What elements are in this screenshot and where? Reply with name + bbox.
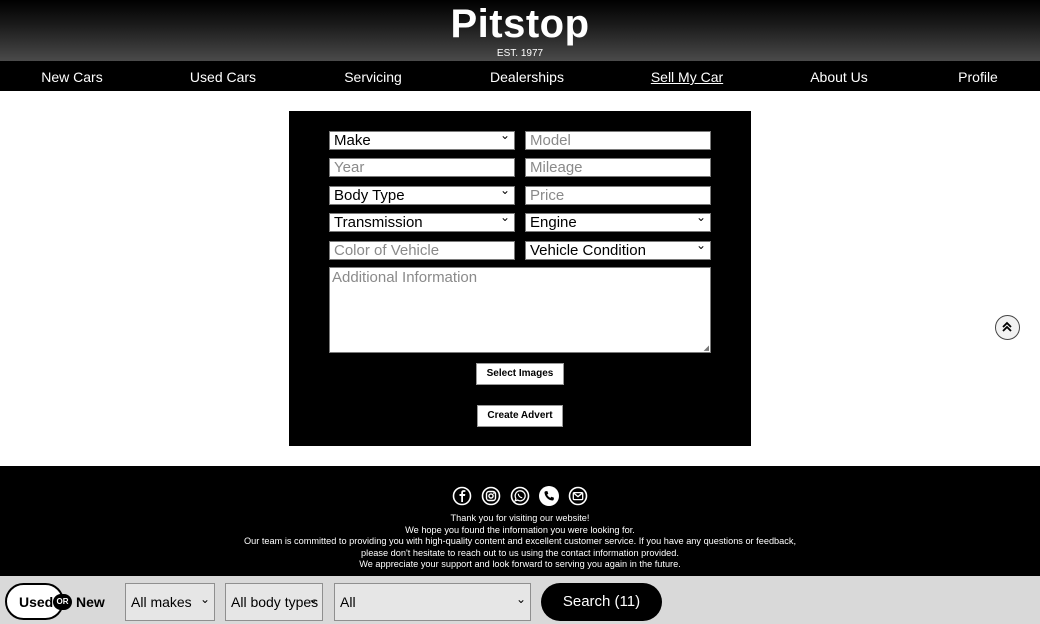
makes-select-value: All makes xyxy=(131,594,192,610)
site-logo[interactable]: Pitstop xyxy=(0,2,1040,47)
year-input[interactable]: Year xyxy=(329,158,515,177)
price-input[interactable]: Price xyxy=(525,186,711,205)
established-text: EST. 1977 xyxy=(496,48,544,59)
price-placeholder: Price xyxy=(530,187,565,204)
resize-handle-icon[interactable]: ◢ xyxy=(704,344,709,352)
toggle-used-label[interactable]: Used xyxy=(19,594,53,610)
select-images-button[interactable]: Select Images xyxy=(476,363,564,385)
make-select[interactable]: Make xyxy=(329,127,515,150)
transmission-select[interactable]: Transmission xyxy=(329,209,515,232)
mileage-input[interactable]: Mileage xyxy=(525,158,711,177)
additional-info-placeholder: Additional Information xyxy=(332,269,478,286)
scroll-to-top-button[interactable] xyxy=(995,315,1020,340)
color-placeholder: Color of Vehicle xyxy=(334,242,440,259)
footer-line: We appreciate your support and look forw… xyxy=(359,559,681,569)
facebook-icon[interactable] xyxy=(452,486,472,506)
whatsapp-icon[interactable] xyxy=(510,486,530,506)
condition-select[interactable]: Vehicle Condition xyxy=(525,237,711,260)
nav-servicing[interactable]: Servicing xyxy=(344,61,402,91)
body-type-select[interactable]: Body Type xyxy=(329,182,515,205)
body-types-select[interactable]: All body types xyxy=(225,581,323,621)
condition-value: Vehicle Condition xyxy=(530,242,646,259)
instagram-icon[interactable] xyxy=(481,486,501,506)
social-links xyxy=(0,486,1040,506)
transmission-value: Transmission xyxy=(334,214,423,231)
additional-info-textarea[interactable]: Additional Information ◢ xyxy=(329,267,711,353)
main-nav: New Cars Used Cars Servicing Dealerships… xyxy=(0,61,1040,91)
quick-search-bar: Used OR New All makes All body types All… xyxy=(0,576,1040,624)
footer-line: Thank you for visiting our website! xyxy=(450,513,590,523)
mileage-placeholder: Mileage xyxy=(530,159,583,176)
site-footer: Thank you for visiting our website! We h… xyxy=(0,466,1040,576)
site-header: Pitstop EST. 1977 xyxy=(0,0,1040,61)
create-advert-button[interactable]: Create Advert xyxy=(477,405,563,427)
color-input[interactable]: Color of Vehicle xyxy=(329,241,515,260)
body-type-value: Body Type xyxy=(334,187,405,204)
model-placeholder: Model xyxy=(530,132,571,149)
footer-line: Our team is committed to providing you w… xyxy=(243,536,797,546)
nav-used-cars[interactable]: Used Cars xyxy=(190,61,256,91)
all-select[interactable]: All xyxy=(334,581,531,621)
toggle-or-badge: OR xyxy=(53,594,72,610)
all-select-value: All xyxy=(340,594,356,610)
make-select-value: Make xyxy=(334,132,371,149)
search-button[interactable]: Search (11) xyxy=(541,583,662,621)
model-input[interactable]: Model xyxy=(525,131,711,150)
footer-message: Thank you for visiting our website! We h… xyxy=(0,513,1040,571)
phone-icon[interactable] xyxy=(539,486,559,506)
footer-line: please don't hesitate to reach out to us… xyxy=(361,547,679,558)
body-types-select-value: All body types xyxy=(231,594,319,610)
engine-value: Engine xyxy=(530,214,577,231)
nav-new-cars[interactable]: New Cars xyxy=(41,61,102,91)
makes-select[interactable]: All makes xyxy=(125,581,215,621)
nav-dealerships[interactable]: Dealerships xyxy=(490,61,564,91)
nav-sell-my-car[interactable]: Sell My Car xyxy=(651,61,723,91)
engine-select[interactable]: Engine xyxy=(525,209,711,232)
toggle-new-label[interactable]: New xyxy=(76,594,105,610)
nav-about-us[interactable]: About Us xyxy=(810,61,868,91)
nav-profile[interactable]: Profile xyxy=(958,61,998,91)
double-chevron-up-icon xyxy=(1002,321,1012,332)
footer-line: We hope you found the information you we… xyxy=(405,524,635,535)
year-placeholder: Year xyxy=(334,159,365,176)
email-icon[interactable] xyxy=(568,486,588,506)
